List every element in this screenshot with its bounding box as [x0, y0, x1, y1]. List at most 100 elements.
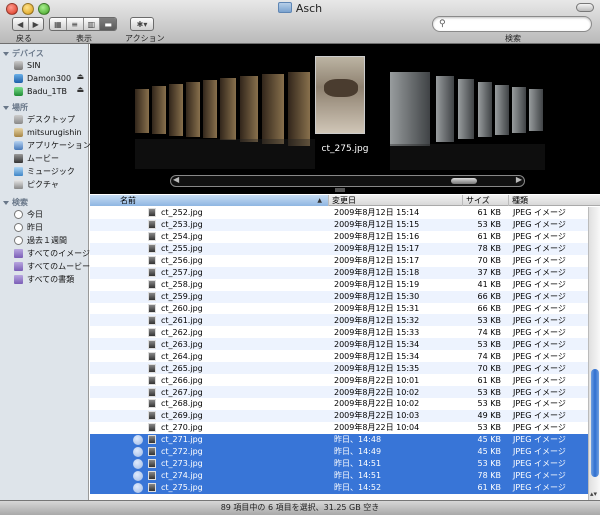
- column-header-label: 名前: [120, 196, 136, 205]
- eject-icon[interactable]: ⏏: [76, 72, 84, 81]
- clock-icon: [14, 235, 23, 245]
- icon-view-button[interactable]: ▦: [50, 18, 67, 30]
- cover-thumbnail[interactable]: [458, 79, 474, 139]
- sidebar-item-past-week[interactable]: 過去１週間: [14, 234, 67, 246]
- cover-flow-scroll-thumb[interactable]: [451, 178, 477, 184]
- sidebar-section-search[interactable]: 検索: [3, 197, 28, 208]
- cover-thumbnail[interactable]: [495, 85, 509, 135]
- sidebar-item-music[interactable]: ミュージック: [14, 165, 75, 177]
- eject-icon[interactable]: ⏏: [76, 85, 84, 94]
- chevron-left-icon[interactable]: ◀: [173, 175, 179, 184]
- table-row[interactable]: ct_254.jpg 2009年8月12日 15:16 61 KB JPEG イメージ: [90, 231, 588, 243]
- table-row[interactable]: ct_269.jpg 2009年8月22日 10:03 49 KB JPEG イメージ: [90, 409, 588, 422]
- sidebar-item-pictures[interactable]: ピクチャ: [14, 178, 59, 190]
- cover-thumbnail[interactable]: [512, 87, 526, 133]
- table-row[interactable]: ct_272.jpg 昨日、14:49 45 KB JPEG イメージ: [90, 445, 588, 458]
- cover-thumbnail[interactable]: [529, 89, 543, 131]
- sidebar-item-applications[interactable]: アプリケーション: [14, 139, 91, 151]
- cover-thumbnail[interactable]: [203, 80, 217, 138]
- table-row[interactable]: ct_266.jpg 2009年8月22日 10:01 61 KB JPEG イメージ: [90, 374, 588, 386]
- file-size: 37 KB: [477, 268, 501, 278]
- chevron-right-icon: ▶: [32, 19, 39, 29]
- sidebar-item-all-images[interactable]: すべてのイメージ: [14, 247, 90, 259]
- sidebar-item-sin[interactable]: SIN: [14, 59, 40, 71]
- cover-thumbnail[interactable]: [288, 72, 310, 146]
- table-row[interactable]: ct_259.jpg 2009年8月12日 15:30 66 KB JPEG イメージ: [90, 290, 588, 303]
- sidebar-section-devices[interactable]: デバイス: [3, 48, 44, 59]
- table-row[interactable]: ct_255.jpg 2009年8月12日 15:17 78 KB JPEG イメージ: [90, 242, 588, 255]
- column-header-date[interactable]: 変更日: [328, 195, 462, 206]
- sidebar-item-yesterday[interactable]: 昨日: [14, 221, 43, 233]
- table-row[interactable]: ct_275.jpg 昨日、14:52 61 KB JPEG イメージ: [90, 481, 588, 494]
- table-row[interactable]: ct_252.jpg 2009年8月12日 15:14 61 KB JPEG イメージ: [90, 207, 588, 219]
- cover-thumbnail[interactable]: [390, 72, 430, 146]
- sidebar-item-today[interactable]: 今日: [14, 208, 43, 220]
- cat-photo-icon: [324, 79, 358, 97]
- file-size: 78 KB: [477, 244, 501, 254]
- table-row[interactable]: ct_268.jpg 2009年8月22日 10:02 53 KB JPEG イメージ: [90, 398, 588, 410]
- sidebar-section-places[interactable]: 場所: [3, 102, 28, 113]
- scroll-arrows-icon[interactable]: ▴▾: [590, 490, 597, 498]
- table-row[interactable]: ct_261.jpg 2009年8月12日 15:32 53 KB JPEG イメージ: [90, 314, 588, 327]
- table-row[interactable]: ct_260.jpg 2009年8月12日 15:31 66 KB JPEG イメージ: [90, 303, 588, 315]
- sidebar-item-all-documents[interactable]: すべての書類: [14, 273, 74, 285]
- sidebar-item-badu[interactable]: Badu_1TB: [14, 85, 67, 97]
- cover-thumbnail[interactable]: [478, 82, 492, 137]
- sidebar-item-all-movies[interactable]: すべてのムービー: [14, 260, 90, 272]
- resize-grip[interactable]: [335, 188, 345, 192]
- coverflow-view-button[interactable]: ▬: [100, 18, 116, 30]
- forward-button[interactable]: ▶: [29, 18, 44, 30]
- cover-thumbnail[interactable]: [169, 84, 183, 136]
- table-row[interactable]: ct_265.jpg 2009年8月12日 15:35 70 KB JPEG イメージ: [90, 362, 588, 375]
- applications-icon: [14, 140, 23, 150]
- cover-thumbnail[interactable]: [436, 76, 454, 142]
- cover-thumbnail[interactable]: [135, 89, 149, 133]
- sidebar-item-desktop[interactable]: デスクトップ: [14, 113, 75, 125]
- table-row[interactable]: ct_257.jpg 2009年8月12日 15:18 37 KB JPEG イメージ: [90, 266, 588, 279]
- cover-selected-image[interactable]: [315, 56, 365, 134]
- action-menu-button[interactable]: ✱▾: [130, 17, 154, 31]
- table-row[interactable]: ct_274.jpg 昨日、14:51 78 KB JPEG イメージ: [90, 469, 588, 482]
- cover-thumbnail[interactable]: [220, 78, 236, 140]
- file-name: ct_268.jpg: [161, 399, 203, 409]
- table-row[interactable]: ct_264.jpg 2009年8月12日 15:34 74 KB JPEG イメージ: [90, 350, 588, 362]
- toolbar-toggle-button[interactable]: [576, 3, 594, 12]
- column-header-size[interactable]: サイズ: [462, 195, 508, 206]
- table-row[interactable]: ct_267.jpg 2009年8月22日 10:02 53 KB JPEG イメージ: [90, 386, 588, 398]
- jpeg-file-icon: [148, 208, 156, 218]
- file-date: 2009年8月22日 10:04: [334, 423, 420, 433]
- file-date: 2009年8月12日 15:16: [334, 232, 420, 242]
- column-header-name[interactable]: 名前 ▲: [90, 195, 328, 206]
- table-row[interactable]: ct_263.jpg 2009年8月12日 15:34 53 KB JPEG イメージ: [90, 338, 588, 351]
- cover-thumbnail[interactable]: [240, 76, 258, 142]
- file-size: 45 KB: [477, 447, 501, 457]
- cover-flow-scrollbar[interactable]: ◀ ▶: [170, 175, 525, 187]
- cover-flow-view[interactable]: ct_275.jpg ◀ ▶: [90, 44, 600, 194]
- file-kind: JPEG イメージ: [513, 459, 566, 469]
- table-row[interactable]: ct_271.jpg 昨日、14:48 45 KB JPEG イメージ: [90, 433, 588, 446]
- chevron-right-icon[interactable]: ▶: [516, 175, 522, 184]
- cover-thumbnail[interactable]: [186, 82, 200, 137]
- back-button[interactable]: ◀: [13, 18, 29, 30]
- table-row[interactable]: ct_262.jpg 2009年8月12日 15:33 74 KB JPEG イメージ: [90, 326, 588, 338]
- column-view-button[interactable]: ▥: [84, 18, 101, 30]
- vertical-scrollbar[interactable]: ▴▾: [588, 207, 600, 500]
- table-row[interactable]: ct_256.jpg 2009年8月12日 15:17 70 KB JPEG イメージ: [90, 255, 588, 267]
- cover-thumbnail[interactable]: [152, 86, 166, 134]
- table-row[interactable]: ct_258.jpg 2009年8月12日 15:19 41 KB JPEG イメージ: [90, 279, 588, 291]
- vertical-scroll-thumb[interactable]: [591, 369, 599, 477]
- table-row[interactable]: ct_270.jpg 2009年8月22日 10:04 53 KB JPEG イメージ: [90, 422, 588, 434]
- search-input[interactable]: ⚲: [432, 16, 592, 32]
- column-header-kind[interactable]: 種類: [508, 195, 588, 206]
- cover-thumbnail[interactable]: [262, 74, 284, 144]
- sidebar-item-home[interactable]: mitsurugishin: [14, 126, 82, 138]
- window-title: Asch: [0, 2, 600, 15]
- file-size: 74 KB: [477, 327, 501, 337]
- list-view-button[interactable]: ≡: [67, 18, 84, 30]
- table-row[interactable]: ct_253.jpg 2009年8月12日 15:15 53 KB JPEG イメージ: [90, 218, 588, 231]
- file-name: ct_271.jpg: [161, 435, 203, 445]
- sidebar-item-movies[interactable]: ムービー: [14, 152, 59, 164]
- sidebar-item-damon300[interactable]: Damon300: [14, 72, 86, 84]
- table-row[interactable]: ct_273.jpg 昨日、14:51 53 KB JPEG イメージ: [90, 457, 588, 470]
- file-date: 2009年8月12日 15:31: [334, 303, 420, 313]
